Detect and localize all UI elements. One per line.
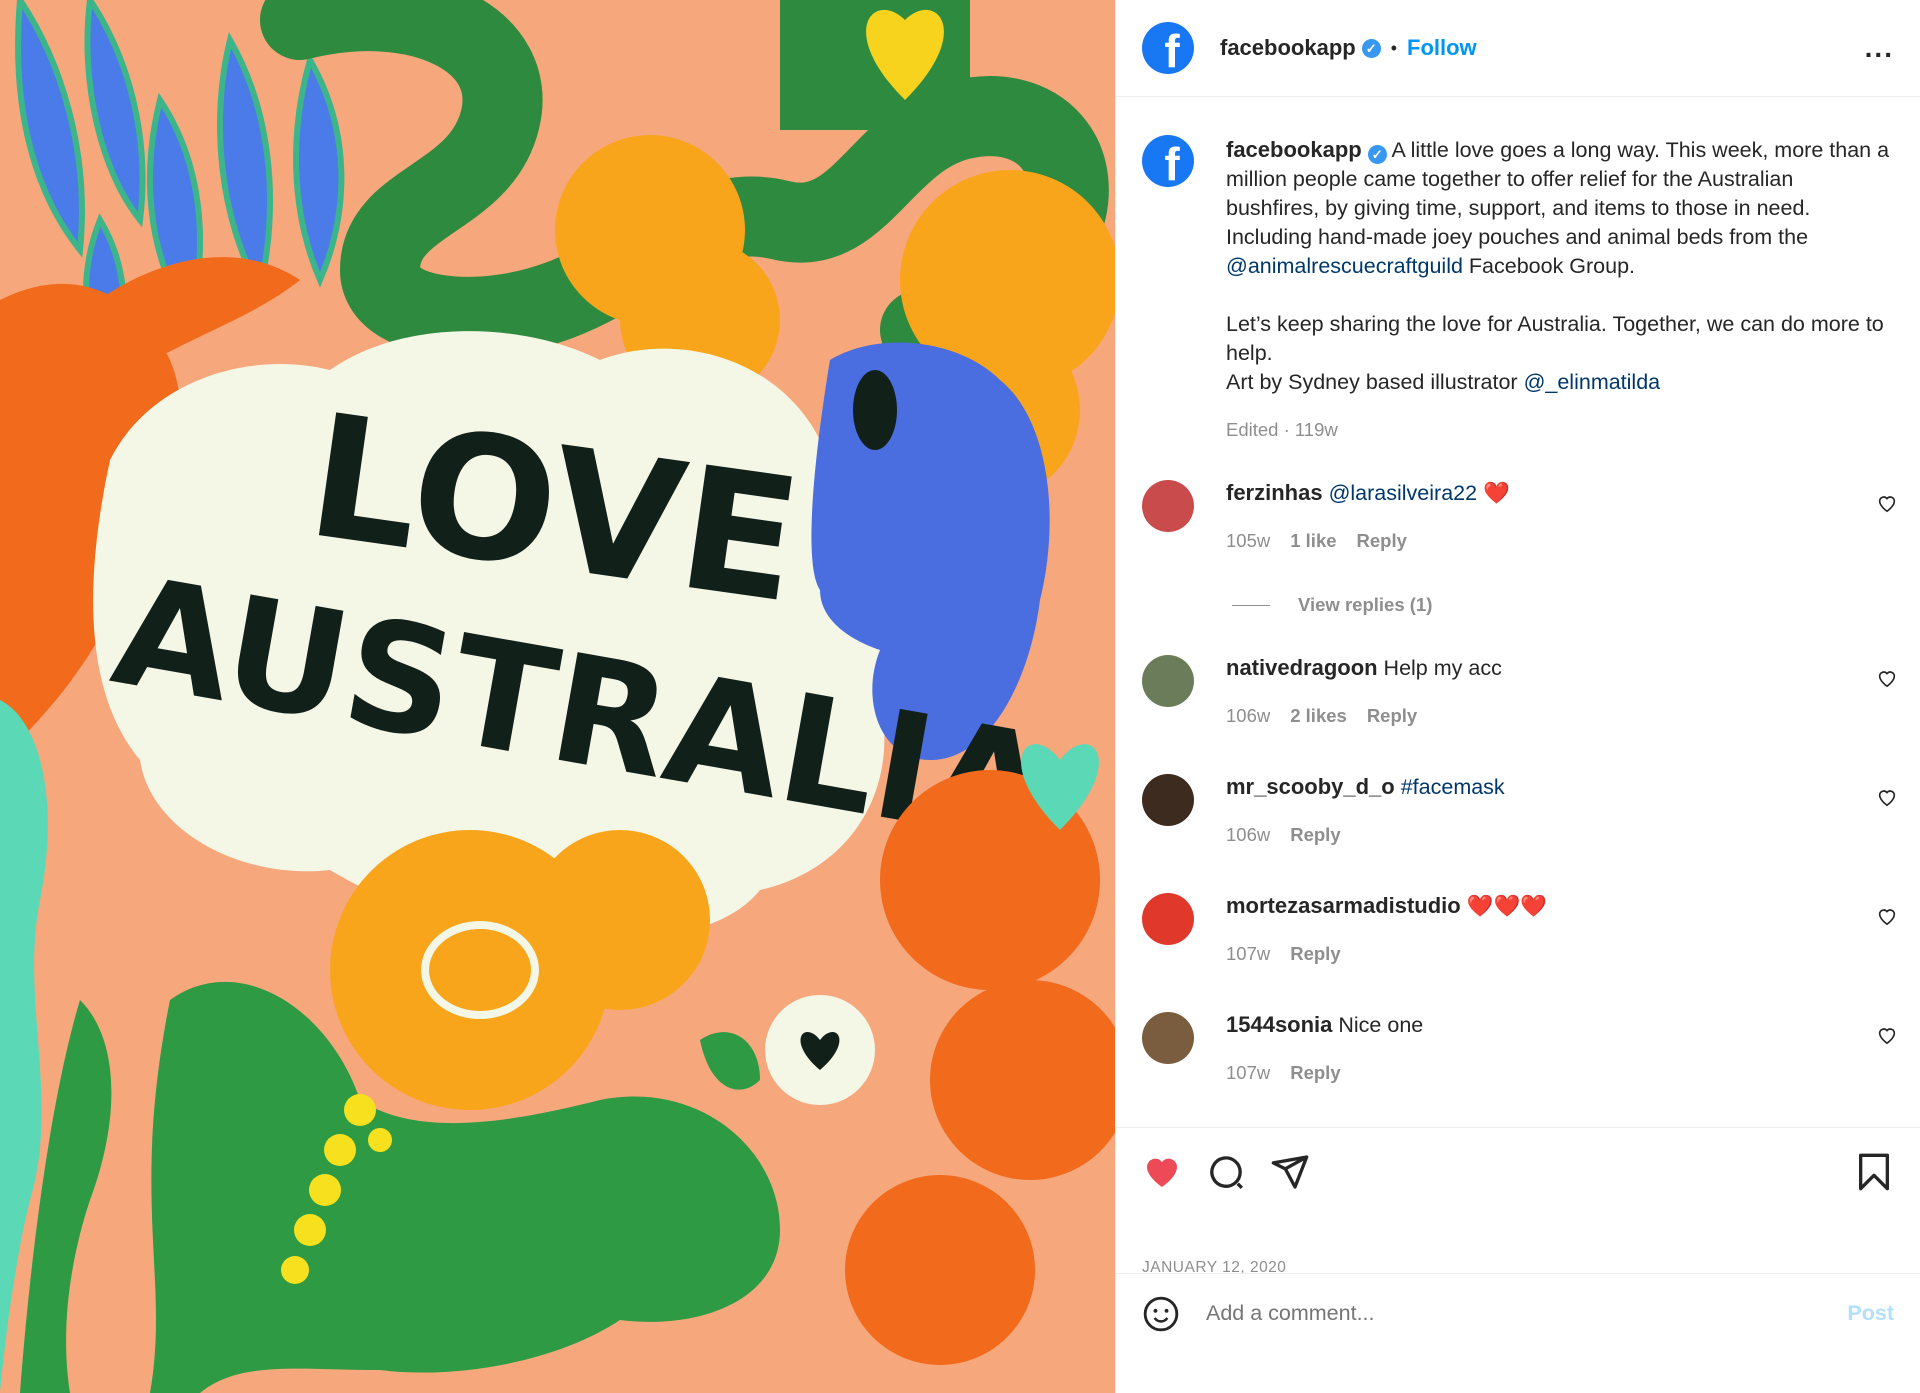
caption-body: facebookapp ✓ A little love goes a long w… (1226, 135, 1891, 444)
reply-button[interactable]: Reply (1290, 824, 1340, 845)
comment-text: ❤️❤️❤️ (1460, 894, 1548, 918)
comment-item: nativedragoon Help my acc 106w 2 likes Rep… (1116, 655, 1920, 727)
comment-input[interactable] (1204, 1300, 1848, 1327)
comment-username[interactable]: mr_scooby_d_o (1226, 774, 1395, 799)
comment-time: 107w (1226, 943, 1271, 964)
reply-button[interactable]: Reply (1357, 530, 1407, 551)
comments-scroll-area[interactable]: f facebookapp ✓ A little love goes a long… (1116, 97, 1920, 1127)
reply-button[interactable]: Reply (1290, 943, 1340, 964)
love-australia-illustration: LOVE AUSTRALIA (0, 0, 1115, 1393)
caption-text: Let’s keep sharing the love for Australi… (1226, 312, 1884, 365)
reply-button[interactable]: Reply (1367, 705, 1417, 726)
avatar[interactable]: f (1142, 22, 1194, 74)
caption-text: Art by Sydney based illustrator (1226, 370, 1524, 394)
comment-time: 106w (1226, 824, 1271, 845)
like-comment-icon[interactable] (1876, 905, 1898, 927)
verified-badge-icon: ✓ (1367, 145, 1387, 164)
verified-badge-icon: ✓ (1361, 38, 1381, 58)
facebook-logo-icon: f (1164, 25, 1180, 74)
share-icon[interactable] (1270, 1152, 1310, 1192)
facebook-logo-icon: f (1164, 138, 1180, 187)
caption: f facebookapp ✓ A little love goes a long… (1116, 97, 1920, 444)
post-button[interactable]: Post (1847, 1301, 1894, 1326)
comment-item: mortezasarmadistudio ❤️❤️❤️ 107w Reply (1116, 893, 1920, 965)
caption-mention[interactable]: @animalrescuecraftguild (1226, 254, 1463, 278)
view-replies-label: View replies (1) (1298, 594, 1433, 615)
comment-likes[interactable]: 1 like (1290, 530, 1336, 551)
caption-mention[interactable]: @_elinmatilda (1524, 370, 1661, 394)
caption-text: Facebook Group. (1462, 254, 1636, 278)
follow-button[interactable]: Follow (1407, 35, 1477, 61)
avatar[interactable] (1142, 893, 1194, 945)
post-header: f facebookapp ✓ • Follow ... (1116, 0, 1920, 97)
comment-hashtag[interactable]: #facemask (1401, 775, 1505, 799)
comment-likes[interactable]: 2 likes (1290, 705, 1347, 726)
comment-item: ferzinhas @larasilveira22 ❤️ 105w 1 like R… (1116, 480, 1920, 552)
comment-text: Nice one (1332, 1013, 1424, 1037)
avatar[interactable] (1142, 774, 1194, 826)
avatar[interactable] (1142, 655, 1194, 707)
like-comment-icon[interactable] (1876, 492, 1898, 514)
more-options-icon[interactable]: ... (1865, 32, 1894, 64)
like-comment-icon[interactable] (1876, 1024, 1898, 1046)
reply-button[interactable]: Reply (1290, 1062, 1340, 1083)
comment-time: 106w (1226, 705, 1271, 726)
view-replies-button[interactable]: View replies (1) (1232, 594, 1432, 616)
comment-icon[interactable] (1206, 1152, 1246, 1192)
bookmark-icon[interactable] (1854, 1152, 1894, 1192)
separator-dot: • (1390, 37, 1398, 58)
post-actions: JANUARY 12, 2020 Post (1116, 1127, 1920, 1353)
like-comment-icon[interactable] (1876, 667, 1898, 689)
emoji-icon[interactable] (1142, 1295, 1180, 1333)
post-details-panel: f facebookapp ✓ • Follow ... f facebooka… (1115, 0, 1920, 1393)
comment-mention[interactable]: @larasilveira22 (1329, 481, 1478, 505)
comment-text: ❤️ (1477, 481, 1510, 505)
caption-meta: Edited · 119w (1226, 419, 1338, 440)
comment-username[interactable]: nativedragoon (1226, 655, 1378, 680)
comment-text: Help my acc (1377, 656, 1502, 680)
comment-username[interactable]: 1544sonia (1226, 1012, 1332, 1037)
add-comment-bar: Post (1116, 1273, 1920, 1353)
avatar[interactable] (1142, 1012, 1194, 1064)
caption-username[interactable]: facebookapp (1226, 137, 1362, 162)
divider (1232, 604, 1270, 606)
caption-avatar[interactable]: f (1142, 135, 1194, 187)
comment-item: 1544sonia Nice one 107w Reply (1116, 1012, 1920, 1084)
comment-username[interactable]: mortezasarmadistudio (1226, 893, 1461, 918)
comment-time: 105w (1226, 530, 1271, 551)
avatar[interactable] (1142, 480, 1194, 532)
post-image[interactable]: LOVE AUSTRALIA (0, 0, 1115, 1393)
header-username[interactable]: facebookapp (1220, 35, 1356, 61)
comment-username[interactable]: ferzinhas (1226, 480, 1323, 505)
comment-item: mr_scooby_d_o #facemask 106w Reply (1116, 774, 1920, 846)
like-comment-icon[interactable] (1876, 786, 1898, 808)
comment-time: 107w (1226, 1062, 1271, 1083)
like-icon[interactable] (1142, 1152, 1182, 1192)
